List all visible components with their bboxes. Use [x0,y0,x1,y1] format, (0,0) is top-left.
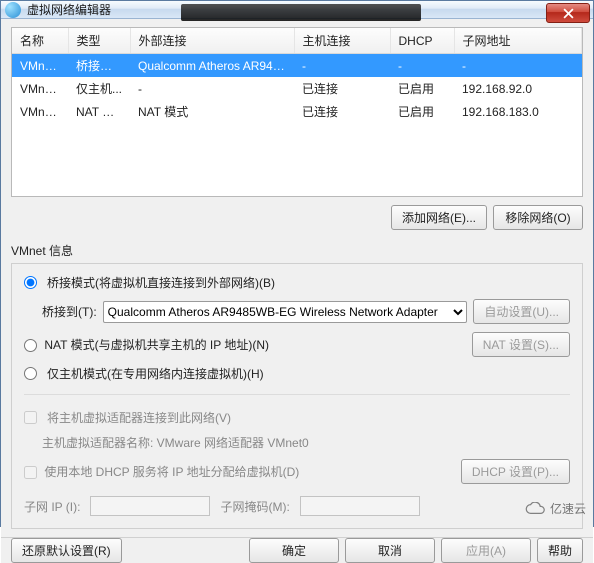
cell-type: 仅主机... [68,77,130,100]
column-header[interactable]: 外部连接 [130,28,294,54]
titlebar[interactable]: 虚拟网络编辑器 [1,1,593,19]
cell-subnet: 192.168.92.0 [454,77,582,100]
connect-hostadapter-label: 将主机虚拟适配器连接到此网络(V) [47,409,231,426]
ok-button[interactable]: 确定 [249,538,339,563]
cell-subnet: 192.168.183.0 [454,100,582,123]
footer: 还原默认设置(R) 确定 取消 应用(A) 帮助 [1,537,593,563]
censor-overlay [181,4,421,21]
cell-host: - [294,54,390,78]
cell-subnet: - [454,54,582,78]
bridged-to-label: 桥接到(T): [42,303,97,320]
restore-defaults-button[interactable]: 还原默认设置(R) [11,538,122,563]
cell-host: 已连接 [294,100,390,123]
cell-dhcp: - [390,54,454,78]
subnet-ip-label: 子网 IP (I): [24,498,80,515]
connect-hostadapter-checkbox[interactable] [24,411,37,424]
bridged-label: 桥接模式(将虚拟机直接连接到外部网络)(B) [47,274,275,291]
hostonly-label: 仅主机模式(在专用网络内连接虚拟机)(H) [47,365,264,382]
subnet-ip-input[interactable] [90,496,210,516]
close-button[interactable] [546,3,590,23]
cell-ext: - [130,77,294,100]
cell-dhcp: 已启用 [390,100,454,123]
content-area: 名称类型外部连接主机连接DHCP子网地址 VMnet0桥接模式Qualcomm … [1,19,593,537]
use-local-dhcp-label: 使用本地 DHCP 服务将 IP 地址分配给虚拟机(D) [44,465,299,479]
bridged-radio[interactable] [24,276,37,289]
column-header[interactable]: 主机连接 [294,28,390,54]
help-button[interactable]: 帮助 [537,538,583,563]
virtual-network-editor-window: 虚拟网络编辑器 名称类型外部连接主机连接DHCP子网地址 VMnet0桥接模式Q… [0,0,594,527]
cell-host: 已连接 [294,77,390,100]
column-header[interactable]: 子网地址 [454,28,582,54]
cell-type: 桥接模式 [68,54,130,78]
cell-ext: Qualcomm Atheros AR9485... [130,54,294,78]
apply-button[interactable]: 应用(A) [441,538,531,563]
cell-type: NAT 模式 [68,100,130,123]
table-row[interactable]: VMnet1仅主机...-已连接已启用192.168.92.0 [12,77,582,100]
subnet-mask-input[interactable] [300,496,420,516]
vmnet-info-label: VMnet 信息 [11,242,583,259]
column-header[interactable]: 类型 [68,28,130,54]
nat-radio[interactable] [24,339,37,352]
vmnet-info-group: 桥接模式(将虚拟机直接连接到外部网络)(B) 桥接到(T): Qualcomm … [11,263,583,529]
nat-settings-button[interactable]: NAT 设置(S)... [472,332,570,357]
network-buttons: 添加网络(E)... 移除网络(O) [11,205,583,230]
column-header[interactable]: DHCP [390,28,454,54]
close-icon [563,8,574,19]
window-title: 虚拟网络编辑器 [27,1,111,18]
column-header[interactable]: 名称 [12,28,68,54]
subnet-mask-label: 子网掩码(M): [220,498,289,515]
auto-settings-button[interactable]: 自动设置(U)... [473,299,570,324]
hostadapter-name-label: 主机虚拟适配器名称: VMware 网络适配器 VMnet0 [42,434,309,451]
vmnet-table[interactable]: 名称类型外部连接主机连接DHCP子网地址 VMnet0桥接模式Qualcomm … [11,27,583,197]
app-icon [5,2,21,18]
table-row[interactable]: VMnet0桥接模式Qualcomm Atheros AR9485...--- [12,54,582,78]
cell-name: VMnet0 [12,54,68,78]
cell-name: VMnet1 [12,77,68,100]
dhcp-settings-button[interactable]: DHCP 设置(P)... [461,459,570,484]
divider [24,394,570,395]
nat-label: NAT 模式(与虚拟机共享主机的 IP 地址)(N) [44,338,269,352]
bridged-adapter-select[interactable]: Qualcomm Atheros AR9485WB-EG Wireless Ne… [103,301,468,323]
remove-network-button[interactable]: 移除网络(O) [493,205,583,230]
cell-ext: NAT 模式 [130,100,294,123]
hostonly-radio[interactable] [24,367,37,380]
cell-dhcp: 已启用 [390,77,454,100]
table-row[interactable]: VMnet8NAT 模式NAT 模式已连接已启用192.168.183.0 [12,100,582,123]
add-network-button[interactable]: 添加网络(E)... [391,205,487,230]
cancel-button[interactable]: 取消 [345,538,435,563]
use-local-dhcp-checkbox[interactable] [24,466,37,479]
cell-name: VMnet8 [12,100,68,123]
